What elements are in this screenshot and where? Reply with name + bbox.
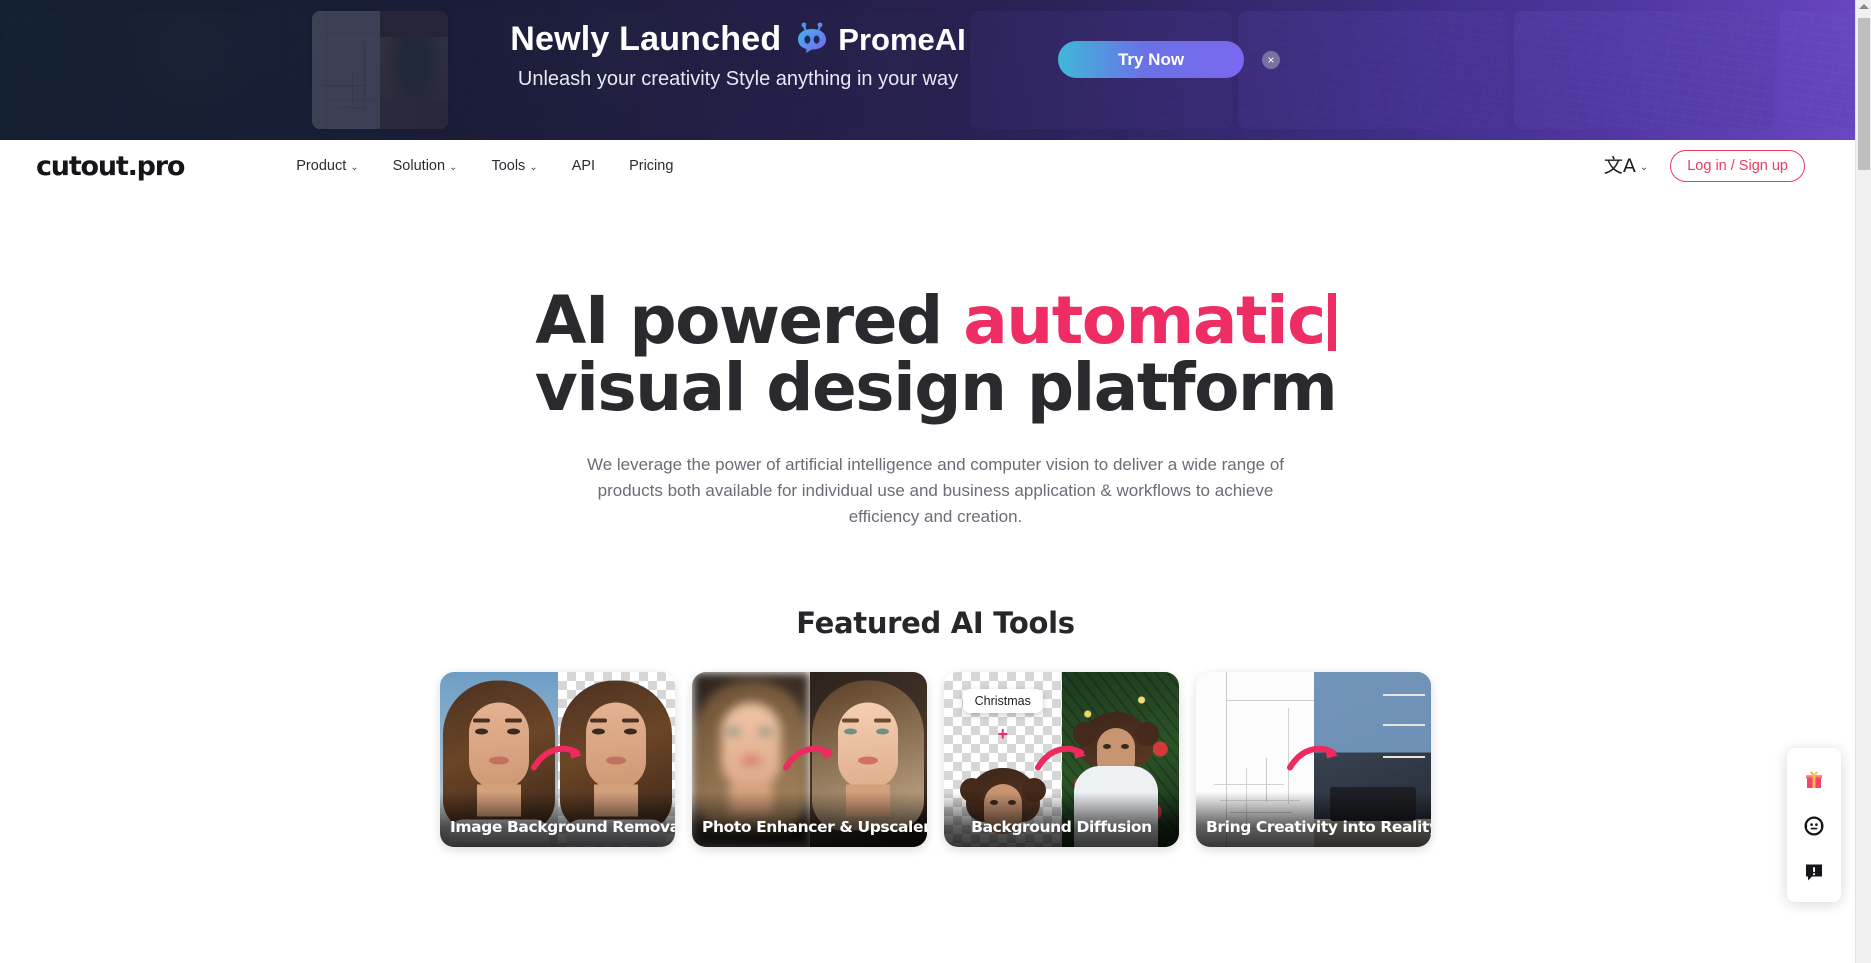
translate-icon: 文A — [1603, 154, 1636, 177]
tool-card-label: Background Diffusion — [944, 791, 1179, 847]
tool-card-image-background-removal[interactable]: Image Background Removal — [440, 671, 675, 847]
page-title: AI powered automatic visual design platf… — [0, 287, 1871, 422]
nav-item-api[interactable]: API — [572, 158, 595, 174]
typing-caret — [1327, 293, 1336, 351]
tool-card-background-diffusion[interactable]: Christmas + Background Diffusion — [944, 671, 1179, 847]
chevron-down-icon: ⌄ — [449, 161, 458, 173]
main-navbar: cutout.pro Product ⌄ Solution ⌄ Tools ⌄ … — [0, 140, 1855, 192]
prome-brand: PromeAI — [795, 20, 966, 59]
promo-text-block: Newly Launched PromeAI Unleash your crea… — [428, 20, 1048, 91]
promo-subtitle: Unleash your creativity Style anything i… — [517, 68, 959, 90]
prompt-chip: Christmas — [962, 688, 1043, 713]
featured-tools-grid: Image Background Removal Photo Enhancer … — [0, 671, 1871, 847]
transform-arrow-icon — [1034, 743, 1090, 778]
headline-line-2: visual design platform — [534, 349, 1338, 427]
chevron-down-icon: ⌄ — [529, 161, 538, 173]
promo-title: Newly Launched — [510, 20, 782, 58]
nav-item-product[interactable]: Product ⌄ — [296, 158, 358, 174]
transform-arrow-icon — [1286, 743, 1342, 778]
page-scrollbar[interactable] — [1855, 0, 1871, 963]
login-signup-button[interactable]: Log in / Sign up — [1670, 150, 1805, 182]
feedback-icon[interactable] — [1794, 856, 1834, 888]
featured-tools-title: Featured AI Tools — [796, 605, 1075, 640]
featured-tools-section: Featured AI Tools Image Background Remov… — [0, 606, 1871, 847]
tool-card-label: Image Background Removal — [440, 791, 675, 847]
chevron-down-icon: ⌄ — [1639, 161, 1649, 173]
nav-item-pricing[interactable]: Pricing — [629, 158, 673, 174]
nav-item-label: API — [571, 158, 596, 174]
close-icon[interactable]: × — [1262, 51, 1280, 69]
rendered-shelf — [1383, 693, 1425, 786]
floating-action-panel — [1787, 748, 1841, 902]
nav-links: Product ⌄ Solution ⌄ Tools ⌄ API Pricing — [296, 158, 673, 174]
promo-banner: Newly Launched PromeAI Unleash your crea… — [0, 0, 1855, 140]
plus-icon: + — [997, 723, 1009, 744]
hero-subtitle: We leverage the power of artificial inte… — [586, 454, 1285, 527]
try-now-button[interactable]: Try Now — [1058, 41, 1244, 78]
transform-arrow-icon — [530, 743, 586, 778]
support-agent-icon[interactable] — [1794, 810, 1834, 842]
headline-accent: automatic — [963, 282, 1326, 359]
promo-headline-row: Newly Launched PromeAI — [428, 20, 1048, 59]
hero-section: AI powered automatic visual design platf… — [0, 192, 1871, 531]
transform-arrow-icon — [782, 743, 838, 778]
nav-item-solution[interactable]: Solution ⌄ — [393, 158, 458, 174]
robot-head-icon — [795, 20, 829, 59]
headline-part-1: AI powered — [535, 282, 964, 359]
tool-card-photo-enhancer-upscaler[interactable]: Photo Enhancer & Upscaler — [692, 671, 927, 847]
nav-item-label: Solution — [392, 158, 446, 174]
nav-item-tools[interactable]: Tools ⌄ — [491, 158, 537, 174]
gift-icon[interactable] — [1794, 764, 1834, 796]
tool-card-bring-creativity-into-reality[interactable]: Bring Creativity into Reality — [1196, 671, 1431, 847]
scrollbar-thumb[interactable] — [1858, 18, 1870, 170]
nav-item-label: Pricing — [629, 158, 674, 174]
tool-card-label: Bring Creativity into Reality — [1196, 791, 1431, 847]
nav-item-label: Product — [296, 158, 347, 174]
prome-brand-label: PromeAI — [838, 21, 966, 57]
site-logo[interactable]: cutout.pro — [36, 151, 185, 182]
language-switcher[interactable]: 文A ⌄ — [1603, 154, 1649, 177]
nav-right-group: 文A ⌄ Log in / Sign up — [1604, 150, 1805, 182]
nav-item-label: Tools — [491, 158, 526, 174]
tool-card-label: Photo Enhancer & Upscaler — [692, 791, 927, 847]
scroll-up-arrow-icon[interactable] — [1859, 4, 1869, 9]
chevron-down-icon: ⌄ — [350, 161, 359, 173]
promo-content: Newly Launched PromeAI Unleash your crea… — [0, 0, 1855, 140]
page-root: Newly Launched PromeAI Unleash your crea… — [0, 0, 1871, 963]
